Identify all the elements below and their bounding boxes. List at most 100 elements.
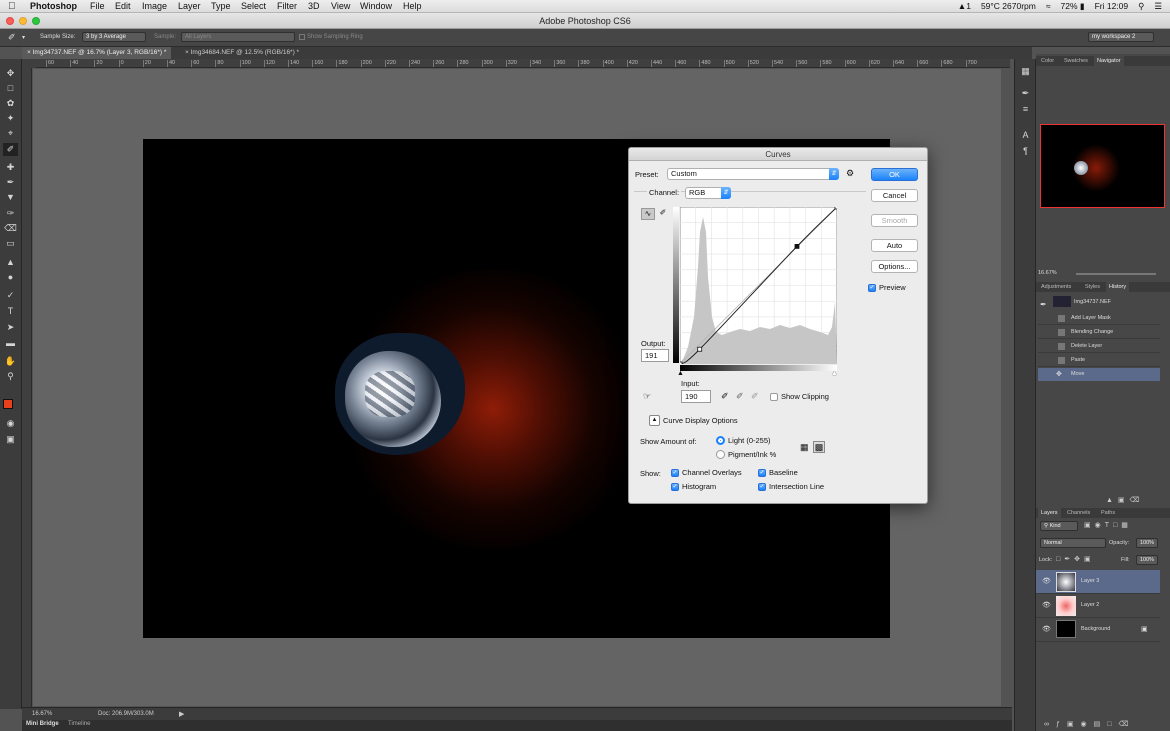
zoom-button[interactable] (32, 17, 40, 25)
tab-layers[interactable]: Layers (1038, 508, 1061, 518)
healing-brush-tool-icon[interactable]: ✚ (3, 161, 18, 174)
history-item[interactable]: Paste (1038, 354, 1160, 367)
white-point-slider-icon[interactable]: ▲ (831, 370, 838, 377)
smooth-button[interactable]: Smooth (871, 214, 918, 227)
status-menu-arrow-icon[interactable]: ▶ (179, 710, 184, 718)
history-item-selected[interactable]: ✥ Move (1038, 368, 1160, 381)
zoom-tool-icon[interactable]: ⚲ (3, 370, 18, 383)
temp-status[interactable]: 59°C 2670rpm (981, 1, 1036, 12)
tab-channels[interactable]: Channels (1064, 508, 1093, 518)
on-image-adjust-icon[interactable]: ☞ (643, 391, 651, 402)
curve-control-point[interactable] (834, 207, 837, 210)
curves-graph[interactable] (680, 207, 837, 364)
lock-icons[interactable]: □✒✥▣ (1056, 555, 1116, 565)
menu-help[interactable]: Help (403, 1, 422, 12)
marquee-tool-icon[interactable]: □ (3, 82, 18, 95)
channel-overlays-checkbox[interactable]: ✓ (671, 469, 679, 477)
tab-adjustments[interactable]: Adjustments (1038, 282, 1074, 292)
quick-mask-icon[interactable]: ◉ (3, 417, 18, 430)
sampling-ring-checkbox[interactable] (299, 34, 305, 40)
lasso-tool-icon[interactable]: ✿ (3, 97, 18, 110)
tab-styles[interactable]: Styles (1082, 282, 1103, 292)
eyedropper-icon[interactable]: ✐ (8, 32, 16, 43)
document-tab-active[interactable]: × Img34737.NEF @ 16.7% (Layer 3, RGB/16*… (22, 47, 172, 59)
foreground-color-swatch[interactable] (3, 399, 13, 409)
sample-size-select[interactable]: 3 by 3 Average (82, 32, 146, 42)
preset-options-gear-icon[interactable]: ⚙ (846, 168, 854, 179)
menu-view[interactable]: View (331, 1, 350, 12)
clock[interactable]: Fri 12:09 (1095, 1, 1129, 12)
tab-navigator[interactable]: Navigator (1094, 56, 1124, 66)
tab-timeline[interactable]: Timeline (68, 721, 90, 727)
visibility-eye-icon[interactable]: 👁 (1042, 601, 1051, 609)
character-icon[interactable]: A (1018, 129, 1033, 142)
history-item[interactable]: Delete Layer (1038, 340, 1160, 353)
blend-mode-select[interactable]: Normal (1040, 538, 1106, 548)
tab-swatches[interactable]: Swatches (1061, 56, 1091, 66)
app-menu[interactable]: Photoshop (30, 1, 77, 12)
intersection-line-checkbox[interactable]: ✓ (758, 483, 766, 491)
crop-tool-icon[interactable]: ⌖ (3, 127, 18, 140)
brush-presets-icon[interactable]: ≡ (1018, 103, 1033, 116)
blur-tool-icon[interactable]: ▲ (3, 256, 18, 269)
curve-control-point[interactable] (794, 244, 800, 249)
ruler-origin[interactable] (22, 59, 36, 68)
document-tab[interactable]: × Img34684.NEF @ 12.5% (RGB/16*) * (180, 47, 304, 59)
curve-display-options-label[interactable]: Curve Display Options (663, 416, 738, 425)
menu-file[interactable]: File (90, 1, 105, 12)
horizontal-ruler[interactable]: 60 40 20 0 20 40 60 80 100 120 140 160 180 200 220 240 2… (36, 59, 1010, 68)
vertical-ruler[interactable] (22, 68, 32, 708)
fill-field[interactable]: 100% (1136, 555, 1158, 565)
navigator-preview[interactable] (1040, 124, 1165, 208)
pen-tool-icon[interactable]: ✓ (3, 289, 18, 302)
collapse-toggle-icon[interactable]: ▲ (649, 415, 660, 426)
rectangle-tool-icon[interactable]: ▬ (3, 337, 18, 350)
curve-control-point[interactable] (680, 361, 683, 364)
black-point-slider-icon[interactable]: ▲ (677, 370, 684, 377)
list-icon[interactable]: ☰ (1154, 1, 1162, 12)
move-tool-icon[interactable]: ✥ (3, 67, 18, 80)
preview-checkbox[interactable]: ✓ (868, 284, 876, 292)
auto-button[interactable]: Auto (871, 239, 918, 252)
white-eyedropper-icon[interactable]: ✐ (751, 391, 759, 402)
history-footer-icons[interactable]: ▲▣⌫ (1106, 496, 1166, 506)
options-button[interactable]: Options... (871, 260, 918, 273)
workspace-select[interactable]: my workspace 2 (1088, 32, 1154, 42)
pigment-radio[interactable] (716, 450, 725, 459)
menu-layer[interactable]: Layer (178, 1, 201, 12)
dodge-tool-icon[interactable]: ● (3, 271, 18, 284)
menu-window[interactable]: Window (360, 1, 392, 12)
black-eyedropper-icon[interactable]: ✐ (721, 391, 729, 402)
detailed-grid-icon[interactable]: ▩ (813, 441, 825, 453)
eyedropper-tool-icon[interactable]: ✐ (3, 143, 18, 156)
visibility-eye-icon[interactable]: 👁 (1042, 577, 1051, 585)
layer-row[interactable]: 👁 Background ▣ (1036, 618, 1160, 642)
history-snapshot[interactable]: ✒ Img34737.NEF (1038, 294, 1160, 310)
visibility-eye-icon[interactable]: 👁 (1042, 625, 1051, 633)
battery-status[interactable]: 72% ▮ (1061, 1, 1085, 12)
zoom-level[interactable]: 16.67% (32, 711, 52, 717)
close-button[interactable] (6, 17, 14, 25)
hand-tool-icon[interactable]: ✋ (3, 355, 18, 368)
search-icon[interactable]: ⚲ (1138, 1, 1144, 12)
menu-image[interactable]: Image (142, 1, 167, 12)
tab-mini-bridge[interactable]: Mini Bridge (26, 721, 59, 727)
paragraph-icon[interactable]: ¶ (1018, 145, 1033, 158)
curve-point-tool-icon[interactable]: ∿ (641, 208, 655, 220)
gray-eyedropper-icon[interactable]: ✐ (736, 391, 744, 402)
menu-type[interactable]: Type (211, 1, 231, 12)
minimize-button[interactable] (19, 17, 27, 25)
input-field[interactable]: 190 (681, 390, 711, 403)
menu-select[interactable]: Select (241, 1, 266, 12)
sample-select[interactable]: All Layers (181, 32, 295, 42)
light-radio[interactable] (716, 436, 725, 445)
wifi-icon[interactable]: ≈ (1046, 1, 1051, 12)
apple-icon[interactable]:  (8, 1, 16, 12)
tab-history[interactable]: History (1106, 282, 1130, 292)
navigator-zoom[interactable]: 16.67% (1038, 270, 1057, 276)
clone-stamp-tool-icon[interactable]: ▼ (3, 191, 18, 204)
history-brush-tool-icon[interactable]: ✑ (3, 207, 18, 220)
brush-tool-icon[interactable]: ✒ (3, 176, 18, 189)
menu-edit[interactable]: Edit (115, 1, 131, 12)
tool-presets-icon[interactable]: ✒ (1018, 87, 1033, 100)
